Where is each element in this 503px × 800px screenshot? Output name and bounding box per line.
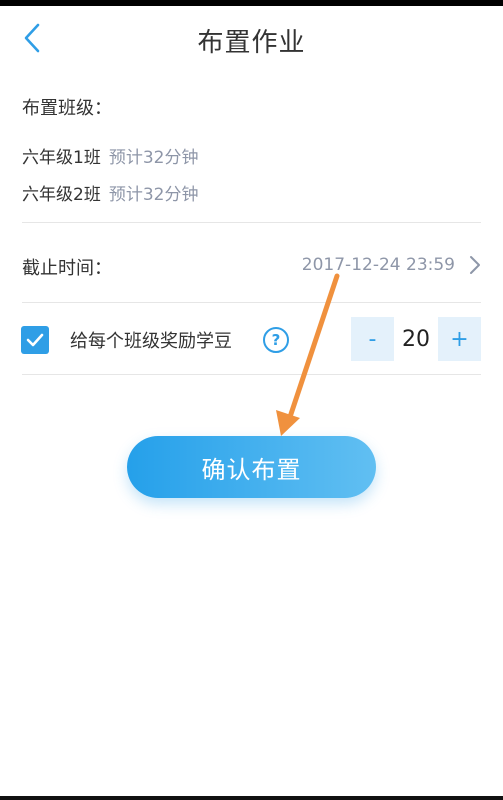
reward-value[interactable]: 20 [394, 317, 438, 361]
deadline-value[interactable]: 2017-12-24 23:59 [302, 255, 455, 275]
confirm-button[interactable]: 确认布置 [127, 436, 376, 498]
class-item: 六年级2班 预计32分钟 [22, 180, 198, 205]
class-item: 六年级1班 预计32分钟 [22, 143, 198, 168]
reward-checkbox[interactable] [21, 326, 49, 354]
chevron-right-icon[interactable] [465, 252, 485, 278]
decrement-button[interactable]: - [351, 317, 394, 361]
class-estimate: 预计32分钟 [108, 185, 199, 205]
increment-button[interactable]: + [438, 317, 481, 361]
annotation-arrow [276, 273, 340, 436]
deadline-label: 截止时间： [22, 258, 112, 279]
checkmark-icon [26, 333, 44, 347]
class-name: 六年级2班 [22, 185, 101, 205]
class-name: 六年级1班 [22, 148, 101, 168]
reward-stepper: - 20 + [351, 317, 481, 361]
bottom-edge [0, 796, 503, 800]
top-bar: 布置作业 [0, 6, 503, 70]
divider [22, 374, 481, 375]
class-estimate: 预计32分钟 [108, 148, 199, 168]
classes-label: 布置班级： [22, 98, 112, 119]
divider [22, 302, 481, 303]
help-icon[interactable]: ? [263, 327, 289, 353]
page-title: 布置作业 [197, 28, 306, 58]
divider [22, 222, 481, 223]
reward-label: 给每个班级奖励学豆 [70, 331, 232, 352]
